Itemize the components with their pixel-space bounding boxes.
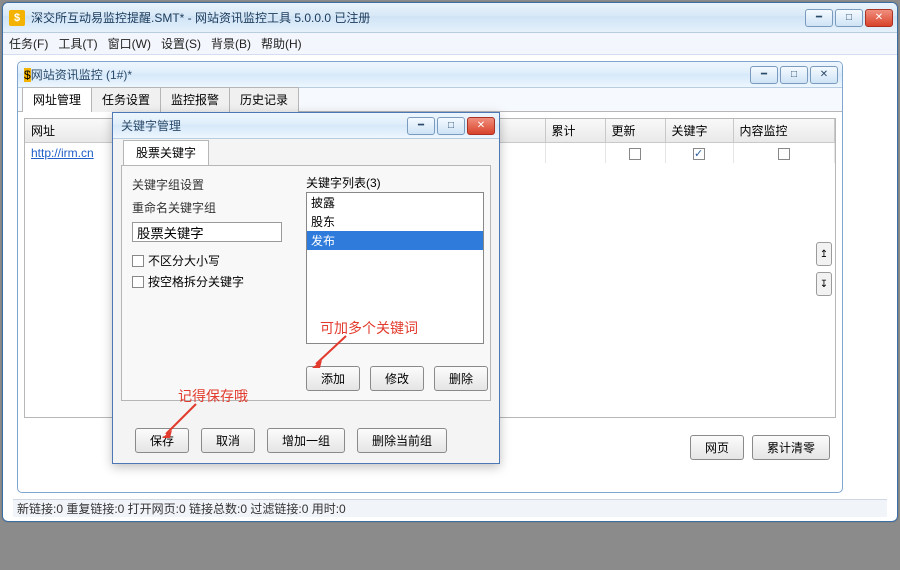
checkbox-keyword[interactable] <box>693 148 705 160</box>
child-title: 网站资讯监控 (1#)* <box>31 66 750 83</box>
tab-url-manage[interactable]: 网址管理 <box>22 87 92 112</box>
dialog-tab-stock[interactable]: 股票关键字 <box>123 140 209 166</box>
tab-history[interactable]: 历史记录 <box>229 87 299 112</box>
status-bar: 新链接:0 重复链接:0 打开网页:0 链接总数:0 过滤链接:0 用时:0 <box>13 499 887 517</box>
menu-background[interactable]: 背景(B) <box>211 35 251 52</box>
app-titlebar: $ 深交所互动易监控提醒.SMT* - 网站资讯监控工具 5.0.0.0 已注册… <box>3 3 897 33</box>
delete-group-button[interactable]: 删除当前组 <box>357 428 447 453</box>
checkbox-content[interactable] <box>778 148 790 160</box>
keyword-item[interactable]: 股东 <box>307 212 483 231</box>
child-maximize-button[interactable]: □ <box>780 66 808 84</box>
keyword-item[interactable]: 披露 <box>307 193 483 212</box>
keyword-item-selected[interactable]: 发布 <box>307 231 483 250</box>
cell-total <box>545 143 605 164</box>
cell-update[interactable] <box>605 143 665 164</box>
close-button[interactable]: ✕ <box>865 9 893 27</box>
open-page-button[interactable]: 网页 <box>690 435 744 460</box>
col-total[interactable]: 累计 <box>545 119 605 143</box>
col-content[interactable]: 内容监控 <box>733 119 835 143</box>
checkbox-update[interactable] <box>629 148 641 160</box>
child-titlebar: $ 网站资讯监控 (1#)* ━ □ ✕ <box>18 62 842 88</box>
clear-total-button[interactable]: 累计清零 <box>752 435 830 460</box>
cancel-button[interactable]: 取消 <box>201 428 255 453</box>
dialog-close-button[interactable]: ✕ <box>467 117 495 135</box>
rename-input[interactable] <box>132 222 282 242</box>
dialog-maximize-button[interactable]: □ <box>437 117 465 135</box>
child-minimize-button[interactable]: ━ <box>750 66 778 84</box>
menubar: 任务(F) 工具(T) 窗口(W) 设置(S) 背景(B) 帮助(H) <box>3 33 897 55</box>
save-button[interactable]: 保存 <box>135 428 189 453</box>
dialog-panel: 关键字组设置 重命名关键字组 不区分大小写 按空格拆分关键字 关键字列表(3) … <box>121 165 491 401</box>
maximize-button[interactable]: □ <box>835 9 863 27</box>
scroll-arrows: ↥ ↧ <box>816 242 832 296</box>
app-icon: $ <box>9 10 25 26</box>
dialog-titlebar: 关键字管理 ━ □ ✕ <box>113 113 499 139</box>
delete-keyword-button[interactable]: 删除 <box>434 366 488 391</box>
child-tabstrip: 网址管理 任务设置 监控报警 历史记录 <box>18 88 842 112</box>
add-group-button[interactable]: 增加一组 <box>267 428 345 453</box>
keyword-list-label: 关键字列表(3) <box>306 174 381 191</box>
minimize-button[interactable]: ━ <box>805 9 833 27</box>
dialog-title: 关键字管理 <box>121 117 407 134</box>
scroll-down-button[interactable]: ↧ <box>816 272 832 296</box>
case-checkbox[interactable] <box>132 255 144 267</box>
edit-keyword-button[interactable]: 修改 <box>370 366 424 391</box>
dialog-tabstrip: 股票关键字 <box>121 141 491 165</box>
menu-tools[interactable]: 工具(T) <box>58 35 97 52</box>
keyword-dialog: 关键字管理 ━ □ ✕ 股票关键字 关键字组设置 重命名关键字组 不区分大小写 … <box>112 112 500 464</box>
menu-task[interactable]: 任务(F) <box>9 35 48 52</box>
keyword-list-buttons: 添加 修改 删除 <box>306 366 488 391</box>
split-label: 按空格拆分关键字 <box>148 273 244 290</box>
keyword-list[interactable]: 披露 股东 发布 <box>306 192 484 344</box>
dialog-minimize-button[interactable]: ━ <box>407 117 435 135</box>
tab-task-settings[interactable]: 任务设置 <box>91 87 161 112</box>
app-title: 深交所互动易监控提醒.SMT* - 网站资讯监控工具 5.0.0.0 已注册 <box>31 9 805 26</box>
dialog-bottom-buttons: 保存 取消 增加一组 删除当前组 <box>121 428 491 453</box>
child-close-button[interactable]: ✕ <box>810 66 838 84</box>
menu-window[interactable]: 窗口(W) <box>108 35 151 52</box>
col-keyword[interactable]: 关键字 <box>665 119 733 143</box>
menu-settings[interactable]: 设置(S) <box>161 35 201 52</box>
add-keyword-button[interactable]: 添加 <box>306 366 360 391</box>
cell-keyword[interactable] <box>665 143 733 164</box>
cell-content[interactable] <box>733 143 835 164</box>
col-update[interactable]: 更新 <box>605 119 665 143</box>
case-label: 不区分大小写 <box>148 252 220 269</box>
menu-help[interactable]: 帮助(H) <box>261 35 302 52</box>
child-icon: $ <box>24 68 31 82</box>
tab-alarm[interactable]: 监控报警 <box>160 87 230 112</box>
scroll-up-button[interactable]: ↥ <box>816 242 832 266</box>
split-checkbox[interactable] <box>132 276 144 288</box>
